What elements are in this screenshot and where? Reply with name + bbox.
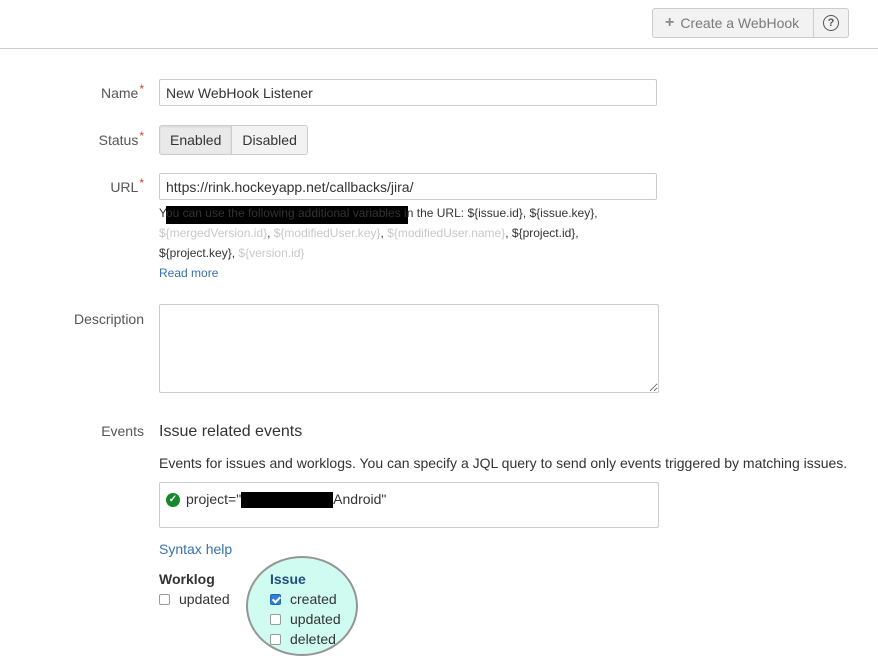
jql-query-text: project=" Android" — [186, 491, 387, 509]
checkbox-box[interactable] — [270, 613, 281, 625]
required-mark: * — [139, 176, 144, 190]
top-toolbar: + Create a WebHook ? — [0, 0, 878, 49]
checkbox-label: created — [290, 591, 337, 607]
create-webhook-label: Create a WebHook — [680, 15, 800, 31]
variable-merged-version-id: ${mergedVersion.id} — [159, 226, 268, 240]
required-mark: * — [139, 129, 144, 143]
hint-intro: You can use the following additional var… — [159, 206, 465, 220]
required-mark: * — [139, 82, 144, 96]
url-label-text: URL — [110, 179, 139, 195]
checkbox-box[interactable] — [270, 633, 281, 645]
events-label: Events — [101, 423, 144, 439]
name-input-value: New WebHook Listener — [166, 85, 313, 101]
variable-modified-user-name: ${modifiedUser.name} — [387, 226, 506, 240]
issue-events-heading: Issue related events — [159, 423, 303, 440]
name-input[interactable]: New WebHook Listener — [159, 79, 657, 106]
description-textarea[interactable] — [159, 304, 659, 393]
description-label: Description — [73, 311, 144, 327]
url-variables-hint: You can use the following additional var… — [159, 206, 598, 280]
header-button-group: + Create a WebHook ? — [652, 8, 849, 38]
name-label-text: Name — [100, 85, 139, 101]
jql-suffix: Android" — [333, 491, 387, 507]
worklog-updated-checkbox[interactable]: updated — [159, 591, 230, 607]
help-button[interactable]: ? — [814, 8, 849, 38]
jql-prefix: project=" — [186, 491, 242, 507]
checkbox-box[interactable] — [159, 593, 170, 605]
worklog-title: Worklog — [159, 571, 215, 587]
variable-version-id: ${version.id} — [238, 246, 305, 260]
status-label-text: Status — [98, 132, 139, 148]
create-webhook-button[interactable]: + Create a WebHook — [652, 8, 814, 38]
variable-modified-user-key: ${modifiedUser.key} — [273, 226, 381, 240]
issue-deleted-checkbox[interactable]: deleted — [270, 631, 336, 647]
checkbox-label: updated — [179, 591, 230, 607]
status-disabled-option[interactable]: Disabled — [232, 125, 308, 155]
issue-title: Issue — [270, 571, 306, 587]
status-enabled-option[interactable]: Enabled — [159, 125, 233, 155]
checkbox-label: deleted — [290, 631, 336, 647]
variable-issue-id: ${issue.id} — [467, 206, 523, 220]
jql-query-input[interactable]: ✓ project=" Android" — [159, 482, 659, 528]
status-label: Status* — [98, 129, 144, 148]
status-toggle: Enabled Disabled — [159, 125, 308, 155]
plus-icon: + — [665, 14, 675, 31]
url-input-value: https://rink.hockeyapp.net/callbacks/jir… — [166, 179, 414, 195]
checkbox-box[interactable] — [270, 593, 281, 605]
variable-issue-key: ${issue.key} — [529, 206, 595, 220]
checkbox-label: updated — [290, 611, 341, 627]
variable-project-key: ${project.key} — [159, 246, 232, 260]
name-label: Name* — [100, 82, 144, 101]
syntax-help-link[interactable]: Syntax help — [159, 541, 232, 557]
url-input[interactable]: https://rink.hockeyapp.net/callbacks/jir… — [159, 173, 657, 225]
redacted-block — [241, 492, 334, 509]
events-description: Events for issues and worklogs. You can … — [159, 455, 848, 471]
read-more-link[interactable]: Read more — [159, 266, 218, 280]
issue-created-checkbox[interactable]: created — [270, 591, 337, 607]
help-icon: ? — [823, 15, 839, 31]
url-label: URL* — [110, 176, 144, 195]
valid-check-icon: ✓ — [166, 493, 180, 507]
variable-project-id: ${project.id} — [511, 226, 576, 240]
issue-updated-checkbox[interactable]: updated — [270, 611, 341, 627]
